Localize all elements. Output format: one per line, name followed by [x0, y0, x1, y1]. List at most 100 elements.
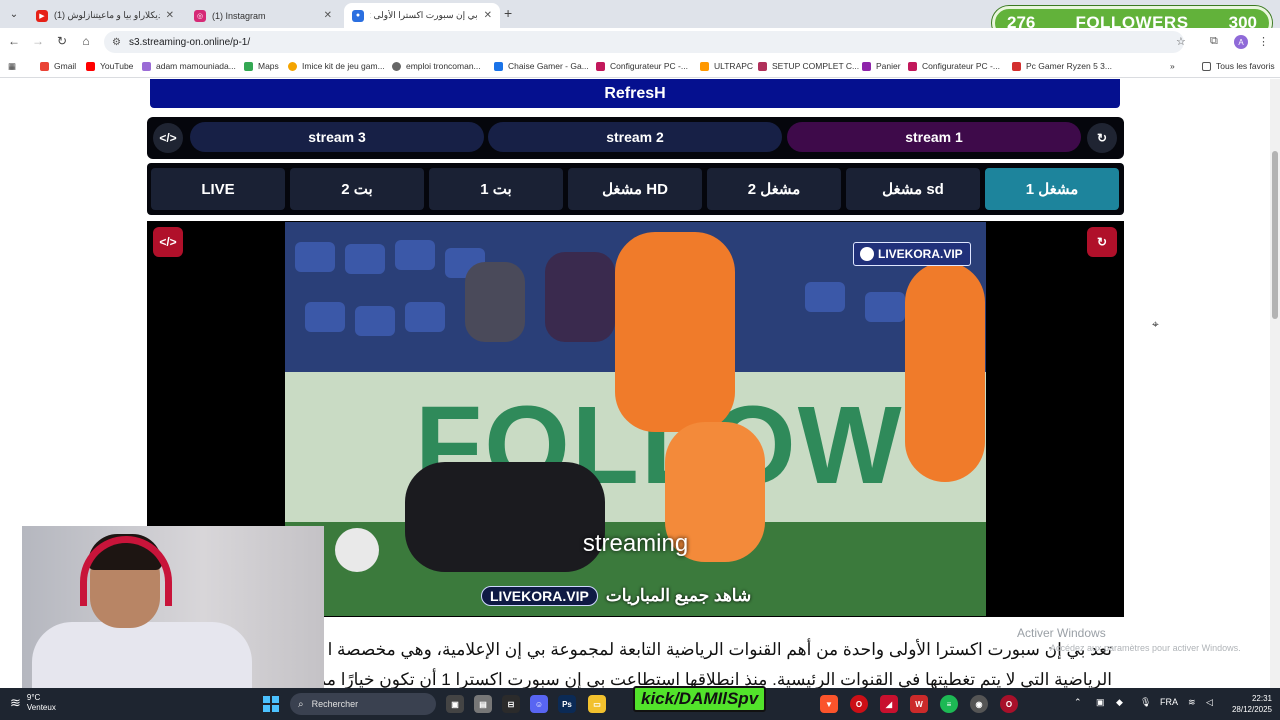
forward-icon[interactable]: →: [30, 34, 46, 48]
player-live-button[interactable]: LIVE: [151, 168, 285, 210]
spotify-icon[interactable]: ≡: [940, 695, 958, 713]
reload-icon[interactable]: ↻: [1087, 227, 1117, 257]
opera-icon[interactable]: O: [850, 695, 868, 713]
winrar-icon[interactable]: W: [910, 695, 928, 713]
scrollbar-thumb[interactable]: [1272, 151, 1278, 319]
globe-icon: [392, 61, 401, 71]
embed-code-icon[interactable]: </>: [153, 123, 183, 153]
address-bar[interactable]: ⚙ s3.streaming-on.online/p-1/: [104, 31, 1184, 53]
windows-activation-subtitle: Accédez aux paramètres pour activer Wind…: [1050, 643, 1241, 653]
site-icon: [758, 61, 767, 71]
bookmark-imice[interactable]: Imice kit de jeu gam...: [288, 61, 385, 71]
site-favicon-icon: ●: [352, 9, 364, 22]
player-2-button[interactable]: مشغل 2: [707, 168, 841, 210]
tray-app-icon[interactable]: ▣: [1096, 697, 1105, 708]
tab-bein-extra[interactable]: ● بي إن سبورت اكسترا الأولى :( ✕: [344, 3, 500, 28]
wind-icon: ≋: [10, 695, 21, 710]
player-orange-graphic: [615, 232, 735, 432]
bookmark-adam[interactable]: adam mamouniada...: [142, 61, 236, 71]
volume-icon[interactable]: ◁: [1206, 697, 1213, 708]
home-icon[interactable]: ⌂: [78, 34, 94, 48]
youtube-icon: [86, 61, 95, 71]
url-text: s3.streaming-on.online/p-1/: [128, 36, 251, 48]
player-1-button[interactable]: مشغل 1: [985, 168, 1119, 210]
instagram-icon: ◎: [194, 9, 206, 22]
bookmarks-overflow-icon[interactable]: »: [1170, 61, 1175, 71]
site-icon: [1012, 61, 1021, 71]
bookmark-configurateur-2[interactable]: Configurateur PC -...: [908, 61, 1000, 71]
close-icon[interactable]: ✕: [484, 10, 492, 21]
browser-toolbar: ← → ↻ ⌂ ⚙ s3.streaming-on.online/p-1/ ☆ …: [0, 28, 1280, 56]
close-icon[interactable]: ✕: [166, 10, 174, 21]
bookmark-maps[interactable]: Maps: [244, 61, 279, 71]
bookmark-panier[interactable]: Panier: [862, 61, 901, 71]
bookmark-youtube[interactable]: YouTube: [86, 61, 133, 71]
bookmark-configurateur[interactable]: Configurateur PC -...: [596, 61, 688, 71]
refresh-button[interactable]: RefresH: [150, 79, 1120, 108]
file-app-icon[interactable]: ▤: [474, 695, 492, 713]
folder-icon[interactable]: ▭: [588, 695, 606, 713]
tab-title: (1) Instagram: [212, 10, 266, 21]
site-info-icon[interactable]: ⚙: [112, 37, 121, 48]
chrome-icon[interactable]: ◉: [970, 695, 988, 713]
video-caption: streaming: [582, 530, 689, 557]
taskbar-clock[interactable]: 22:31 28/12/2025: [1226, 693, 1272, 715]
weather-widget[interactable]: ≋ 9°C Venteux: [10, 693, 56, 713]
bookmark-ultrapc[interactable]: ULTRAPC: [700, 61, 753, 71]
site-icon: [596, 61, 605, 71]
watermark-text: شاهد جميع المباريات: [605, 586, 752, 605]
reload-icon[interactable]: ↻: [1087, 123, 1117, 153]
stream-1-button[interactable]: stream 1: [787, 122, 1081, 152]
embed-code-icon[interactable]: </>: [153, 227, 183, 257]
wifi-icon[interactable]: ≋: [1188, 697, 1196, 708]
stream-3-button[interactable]: stream 3: [190, 122, 484, 152]
extensions-icon[interactable]: ⧉: [1210, 35, 1218, 48]
bookmark-chaise[interactable]: Chaise Gamer - Ga...: [494, 61, 589, 71]
taskbar-search[interactable]: ⌕ Rechercher: [290, 693, 436, 715]
language-indicator[interactable]: FRA: [1160, 697, 1178, 707]
watermark-site: LIVEKORA.VIP: [481, 586, 598, 606]
star-icon[interactable]: ☆: [1176, 35, 1186, 48]
gmail-icon: [40, 61, 49, 71]
tab-youtube[interactable]: ▶ (1) ديكلاراو بيا و ماعيتنازلوش ... - ✕: [28, 3, 182, 28]
all-bookmarks[interactable]: Tous les favoris: [1202, 61, 1275, 71]
player-bt1-button[interactable]: بت 1: [429, 168, 563, 210]
kick-channel-overlay: kick/DAMIlSpv: [633, 686, 767, 712]
bookmark-emploi[interactable]: emploi troncoman...: [392, 61, 481, 71]
app-red-icon[interactable]: ◢: [880, 695, 898, 713]
new-tab-plus-icon[interactable]: +: [504, 5, 512, 21]
tab-title: (1) ديكلاراو بيا و ماعيتنازلوش ... -: [54, 10, 160, 20]
maps-icon: [244, 61, 253, 71]
page-scrollbar[interactable]: [1270, 79, 1280, 688]
site-icon: [494, 61, 503, 71]
brave-icon[interactable]: ▼: [820, 695, 838, 713]
task-view-icon[interactable]: ▣: [446, 695, 464, 713]
more-menu-icon[interactable]: ⋮: [1258, 35, 1269, 48]
app-icon[interactable]: ⊟: [502, 695, 520, 713]
bookmarks-bar: ▦ Gmail YouTube adam mamouniada... Maps …: [0, 56, 1280, 78]
tray-chevron-icon[interactable]: ⌃: [1074, 697, 1082, 708]
tab-instagram[interactable]: ◎ (1) Instagram ✕: [186, 3, 340, 28]
photoshop-icon[interactable]: Ps: [558, 695, 576, 713]
bookmark-pc-gamer[interactable]: Pc Gamer Ryzen 5 3...: [1012, 61, 1112, 71]
reload-icon[interactable]: ↻: [54, 34, 70, 48]
windows-start-icon[interactable]: [263, 696, 279, 712]
player-bt2-button[interactable]: بت 2: [290, 168, 424, 210]
player-selector: LIVE بت 2 بت 1 مشغل HD مشغل 2 مشغل sd مش…: [147, 163, 1124, 215]
back-icon[interactable]: ←: [6, 34, 22, 48]
stream-selector: </> stream 3 stream 2 stream 1 ↻: [147, 117, 1124, 159]
apps-grid-icon[interactable]: ▦: [8, 61, 16, 72]
player-hd-button[interactable]: مشغل HD: [568, 168, 702, 210]
bookmark-gmail[interactable]: Gmail: [40, 61, 76, 71]
tray-app-icon[interactable]: ◆: [1116, 697, 1123, 708]
microphone-icon[interactable]: 🎙: [1140, 697, 1151, 708]
stream-2-button[interactable]: stream 2: [488, 122, 782, 152]
discord-icon[interactable]: ☺: [530, 695, 548, 713]
profile-avatar[interactable]: A: [1234, 35, 1248, 49]
player-sd-button[interactable]: مشغل sd: [846, 168, 980, 210]
video-frame[interactable]: FOLLOW LIVEKORA.VIP streaming LIVEKORA.V…: [285, 222, 986, 616]
close-icon[interactable]: ✕: [324, 10, 332, 21]
bookmark-setup[interactable]: SETUP COMPLET C...: [758, 61, 859, 71]
tab-search-chevron-icon[interactable]: ⌄: [4, 4, 24, 24]
opera-gx-icon[interactable]: O: [1000, 695, 1018, 713]
